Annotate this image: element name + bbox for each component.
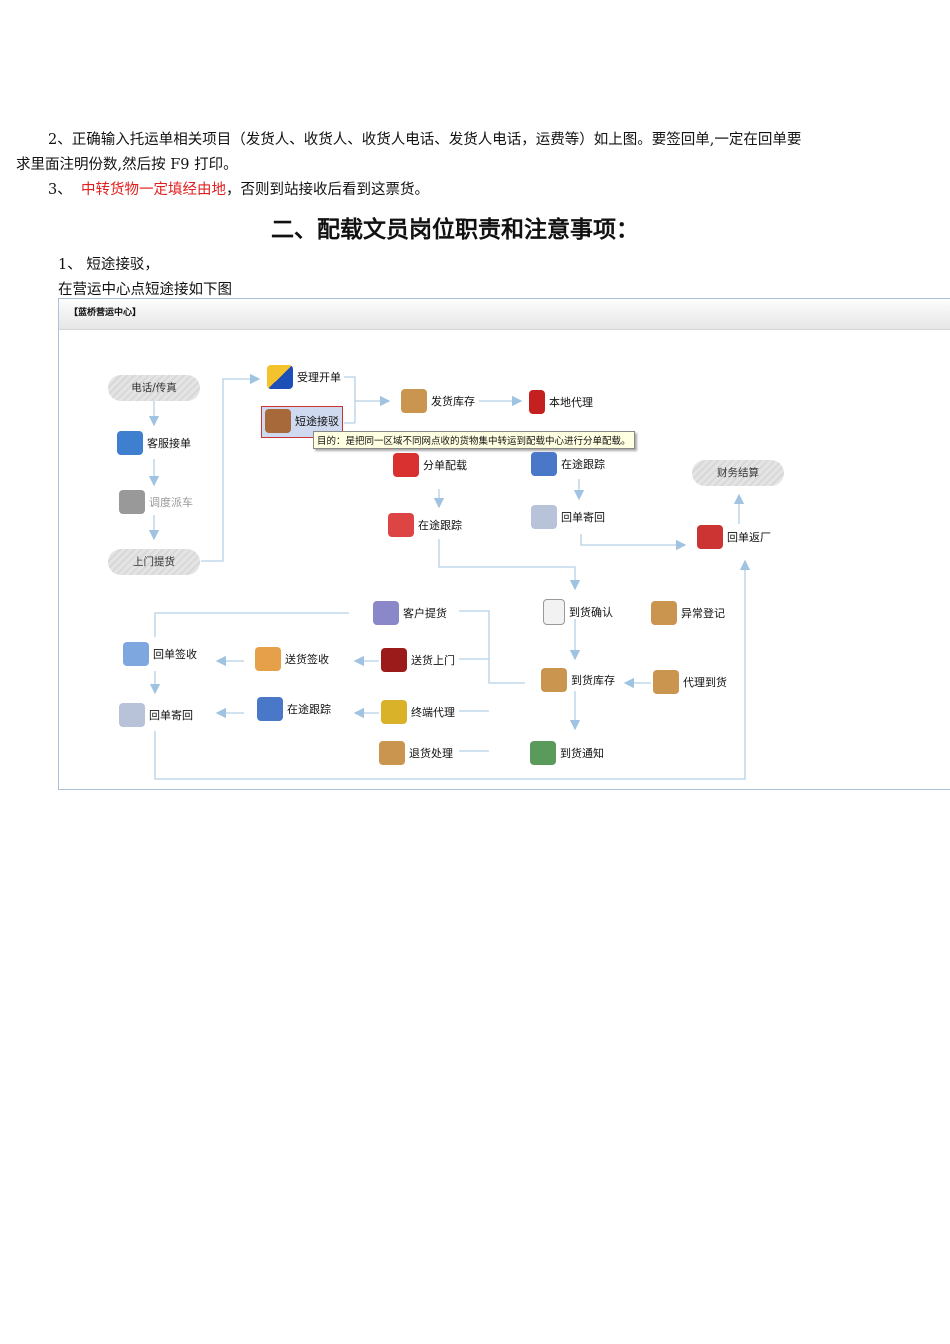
para-3: 3、 中转货物一定填经由地，否则到站接收后看到这票货。 [48, 178, 429, 199]
section-heading: 二、配载文员岗位职责和注意事项： [271, 217, 639, 243]
item-1-desc: 在营运中心点短途接如下图 [58, 282, 232, 298]
node-accept-order[interactable]: 受理开单 [267, 365, 341, 389]
envelope-icon [119, 703, 145, 727]
hand-truck-icon [529, 390, 545, 414]
document-page: 2、正确输入托运单相关项目（发货人、收货人、收货人电话、发货人电话，运费等）如上… [0, 0, 950, 1344]
checklist-icon [543, 599, 565, 625]
bank-icon [373, 601, 399, 625]
node-receipt-return-2[interactable]: 回单寄回 [119, 703, 193, 727]
phone-calendar-icon [257, 697, 283, 721]
node-tracking-2[interactable]: 在途跟踪 [388, 513, 462, 537]
para-2-line-2: 求里面注明份数,然后按 F9 打印。 [16, 157, 238, 173]
node-pickup[interactable]: 上门提货 [108, 549, 200, 575]
truck-icon [265, 409, 291, 433]
para-3-rest: ，否则到站接收后看到这票货。 [225, 182, 429, 198]
item-1: 1、 短途接驳， [58, 257, 159, 273]
node-arrival-stock[interactable]: 到货库存 [541, 668, 615, 692]
node-receipt-sign[interactable]: 回单签收 [123, 642, 197, 666]
node-tracking-1[interactable]: 在途跟踪 [531, 452, 605, 476]
para-2-line-1: 2、正确输入托运单相关项目（发货人、收货人、收货人电话、发货人电话，运费等）如上… [48, 132, 802, 148]
cargo-truck-icon [393, 453, 419, 477]
node-phone-fax[interactable]: 电话/传真 [108, 375, 200, 401]
node-cs-order[interactable]: 客服接单 [117, 431, 191, 455]
node-exception[interactable]: 异常登记 [651, 601, 725, 625]
delivery-truck-icon [381, 648, 407, 672]
node-local-agent[interactable]: 本地代理 [529, 390, 593, 414]
node-tracking-3[interactable]: 在途跟踪 [257, 697, 331, 721]
node-arrival-notice[interactable]: 到货通知 [530, 741, 604, 765]
node-dispatch[interactable]: 调度派车 [119, 490, 193, 514]
node-ship-stock[interactable]: 发货库存 [401, 389, 475, 413]
tooltip: 目的：是把同一区域不同网点收的货物集中转运到配载中心进行分单配载。 [313, 431, 635, 449]
node-split-load[interactable]: 分单配载 [393, 453, 467, 477]
signal-truck-icon [388, 513, 414, 537]
pallet-jack-icon [381, 700, 407, 724]
person-sign-icon [255, 647, 281, 671]
para-3-highlight: 中转货物一定填经由地 [80, 182, 226, 198]
para-3-num: 3、 [48, 182, 72, 198]
node-customer-pickup[interactable]: 客户提货 [373, 601, 447, 625]
node-terminal-agent[interactable]: 终端代理 [381, 700, 455, 724]
workflow-diagram: 【蓝桥营运中心】 电话/传真 客服接单 调度派车 上门提货 受理开单 短途接驳 … [58, 298, 950, 790]
node-agent-arrival[interactable]: 代理到货 [653, 670, 727, 694]
envelope-icon [531, 505, 557, 529]
node-return-goods[interactable]: 退货处理 [379, 741, 453, 765]
operator-icon [530, 741, 556, 765]
box-icon [541, 668, 567, 692]
open-box-icon [651, 601, 677, 625]
node-receipt-factory[interactable]: 回单返厂 [697, 525, 771, 549]
badge-icon [119, 490, 145, 514]
box-icon [401, 389, 427, 413]
box-icon [653, 670, 679, 694]
operator-icon [117, 431, 143, 455]
phone-calendar-icon [531, 452, 557, 476]
node-receipt-return-1[interactable]: 回单寄回 [531, 505, 605, 529]
signed-document-icon [123, 642, 149, 666]
box-icon [379, 741, 405, 765]
pencil-icon [267, 365, 293, 389]
node-short-transfer[interactable]: 短途接驳 [265, 409, 339, 433]
document-clock-icon [697, 525, 723, 549]
node-finance[interactable]: 财务结算 [692, 460, 784, 486]
node-delivery-sign[interactable]: 送货签收 [255, 647, 329, 671]
node-arrival-confirm[interactable]: 到货确认 [543, 599, 613, 625]
node-door-delivery[interactable]: 送货上门 [381, 648, 455, 672]
